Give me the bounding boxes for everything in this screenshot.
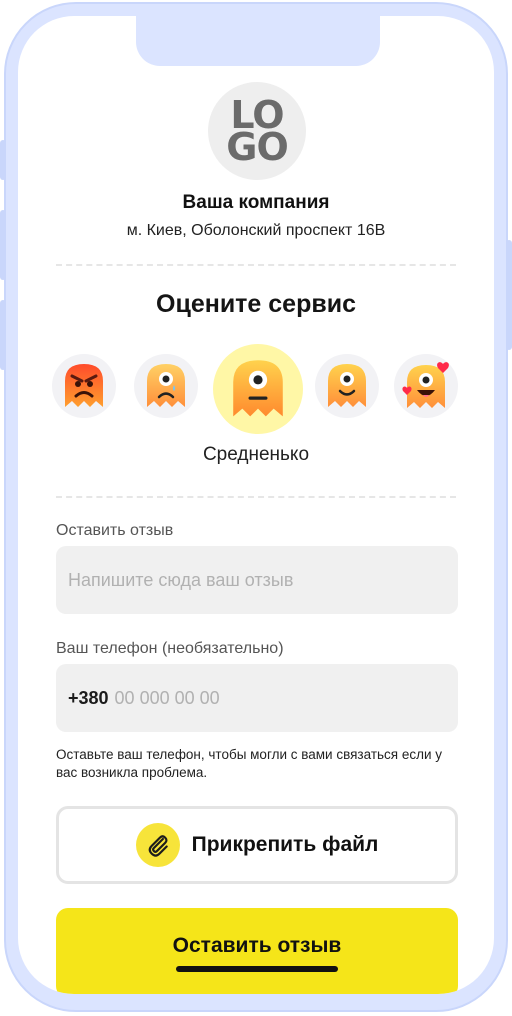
selected-rating-label: Средненько xyxy=(202,444,310,465)
submit-review-button[interactable]: Оставить отзыв xyxy=(56,908,458,994)
sad-face-icon xyxy=(147,364,185,407)
rating-option-4[interactable] xyxy=(315,354,379,418)
company-address: м. Киев, Оболонский проспект 16В xyxy=(126,222,386,239)
screen: LO GO Ваша компания м. Киев, Оболонский … xyxy=(18,16,494,994)
rating-option-2[interactable] xyxy=(134,354,198,418)
rating-title: Оцените сервис xyxy=(156,290,356,318)
phone-placeholder: 00 000 00 00 xyxy=(114,687,220,708)
notch xyxy=(136,16,380,66)
divider xyxy=(56,264,456,266)
volume-down-button xyxy=(0,300,6,370)
rating-option-3[interactable] xyxy=(213,344,303,434)
mute-switch xyxy=(0,140,6,180)
paperclip-icon xyxy=(135,823,180,867)
volume-up-button xyxy=(0,210,6,280)
love-face-icon xyxy=(402,362,449,408)
review-placeholder: Напишите сюда ваш отзыв xyxy=(68,569,294,590)
rating-option-5[interactable] xyxy=(394,354,458,418)
angry-face-icon xyxy=(65,364,103,407)
review-input[interactable]: Напишите сюда ваш отзыв xyxy=(56,546,458,614)
happy-face-icon xyxy=(328,364,366,407)
phone-input[interactable]: +380 00 000 00 00 xyxy=(56,664,458,732)
phone-prefix: +380 xyxy=(68,687,109,708)
submit-review-label: Оставить отзыв xyxy=(172,934,342,957)
review-label: Оставить отзыв xyxy=(56,522,174,539)
rating-option-1[interactable] xyxy=(52,354,116,418)
phone-hint: Оставьте ваш телефон, чтобы могли с вами… xyxy=(56,747,443,780)
attach-file-button[interactable]: Прикрепить файл xyxy=(56,806,458,884)
logo-text-bottom: GO xyxy=(226,125,288,169)
company-logo: LO GO xyxy=(208,82,306,180)
home-indicator xyxy=(176,966,338,972)
phone-label: Ваш телефон (необязательно) xyxy=(56,640,284,657)
divider xyxy=(56,496,456,498)
attach-file-label: Прикрепить файл xyxy=(191,833,379,856)
power-button xyxy=(506,240,512,350)
neutral-face-icon xyxy=(233,360,283,417)
company-name: Ваша компания xyxy=(182,192,330,213)
